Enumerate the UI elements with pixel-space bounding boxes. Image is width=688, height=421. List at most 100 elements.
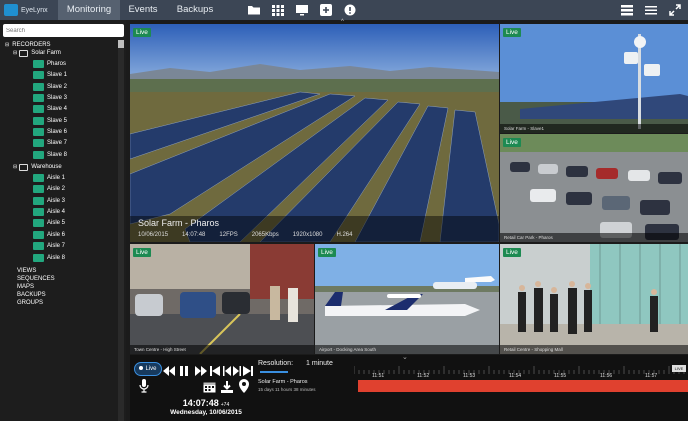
microphone-button[interactable]: [139, 379, 149, 398]
skip-start-icon: [210, 366, 220, 376]
scrollbar-thumb[interactable]: [118, 40, 124, 48]
download-button[interactable]: [221, 380, 233, 398]
tick-label: 11:54: [509, 373, 522, 379]
collapse-icon: ⊟: [13, 50, 18, 56]
tick-label: 11:53: [463, 373, 476, 379]
main-tile-stats: 10/06/2015 14:07:48 12FPS 2065Kbps 1920x…: [138, 232, 352, 238]
stat-time: 14:07:48: [182, 232, 206, 238]
stat-resolution: 1920x1080: [292, 232, 323, 238]
tick-label: 11:56: [600, 373, 613, 379]
recorder-solar-farm[interactable]: ⊟ Solar Farm: [13, 48, 61, 58]
top-bar: EyeLynx Monitoring Events Backups: [0, 0, 688, 20]
resolution-slider[interactable]: [260, 371, 288, 373]
camera-item[interactable]: Aisle 5: [33, 218, 65, 228]
camera-item[interactable]: Slave 7: [33, 138, 67, 148]
app-logo: EyeLynx: [4, 3, 48, 17]
recording-bar[interactable]: [358, 380, 688, 392]
live-badge: Live: [503, 138, 521, 147]
camera-item[interactable]: Slave 1: [33, 70, 67, 80]
map-pin-icon: [239, 379, 249, 393]
step-back-button[interactable]: [223, 363, 231, 381]
video-tile-4[interactable]: Live Town Centre - High Street: [130, 244, 314, 354]
monitor-icon[interactable]: [295, 3, 309, 17]
main-tile-caption: Solar Farm - Pharos 10/06/2015 14:07:48 …: [130, 216, 499, 242]
camera-item[interactable]: Slave 3: [33, 93, 67, 103]
camera-icon: [33, 117, 44, 125]
section-groups[interactable]: GROUPS: [17, 298, 43, 308]
grid-icon[interactable]: [271, 3, 285, 17]
camera-item[interactable]: Pharos: [33, 59, 66, 69]
logo-icon: [4, 4, 18, 16]
fast-forward-button[interactable]: [195, 363, 207, 381]
camera-item[interactable]: Aisle 8: [33, 253, 65, 263]
tick-label: 11:55: [554, 373, 567, 379]
current-time: 14:07:48 +74: [166, 398, 246, 408]
menu-icon[interactable]: [644, 3, 658, 17]
camera-icon: [33, 231, 44, 239]
resolution-value[interactable]: 1 minute: [306, 360, 333, 367]
layout-icon[interactable]: [620, 3, 634, 17]
mall-video: [500, 244, 688, 354]
camera-item[interactable]: Aisle 2: [33, 184, 65, 194]
timeline[interactable]: Resolution: 1 minute 11:51 11:52 11:53 1…: [258, 360, 688, 421]
live-toggle-label: Live: [145, 366, 157, 372]
camera-icon: [33, 197, 44, 205]
camera-icon: [33, 94, 44, 102]
camera-icon: [33, 174, 44, 182]
live-toggle[interactable]: Live: [134, 362, 162, 376]
search-input[interactable]: [3, 24, 124, 37]
camera-item[interactable]: Slave 6: [33, 127, 67, 137]
camera-item[interactable]: Aisle 7: [33, 241, 65, 251]
collapse-panel-icon[interactable]: ⌄: [402, 353, 408, 361]
collapse-icon: ⊟: [13, 164, 18, 170]
server-icon: [19, 49, 29, 57]
expand-top-icon[interactable]: ^: [341, 19, 344, 25]
calendar-button[interactable]: [203, 380, 216, 398]
sidebar-scrollbar[interactable]: [118, 40, 124, 421]
recorder-warehouse[interactable]: ⊟ Warehouse: [13, 162, 62, 172]
tab-backups[interactable]: Backups: [166, 0, 224, 20]
solar-farm-video: [130, 24, 499, 242]
camera-item[interactable]: Aisle 1: [33, 173, 65, 183]
airport-video: [315, 244, 499, 354]
fullscreen-icon[interactable]: [668, 3, 682, 17]
stat-fps: 12FPS: [219, 232, 238, 238]
microphone-icon: [139, 379, 149, 393]
live-dot-icon: [139, 366, 144, 371]
video-tile-2[interactable]: Live Solar Farm - Slave1: [500, 24, 688, 133]
alert-icon[interactable]: [343, 3, 357, 17]
camera-icon: [33, 242, 44, 250]
skip-start-button[interactable]: [210, 363, 220, 381]
video-tile-5[interactable]: Live Airport - Docking Area South: [315, 244, 499, 354]
collapse-icon: ⊟: [5, 42, 10, 48]
plus-icon[interactable]: [319, 3, 333, 17]
time-offset: +74: [220, 402, 230, 408]
camera-item[interactable]: Slave 5: [33, 116, 67, 126]
pause-button[interactable]: [179, 363, 189, 381]
camera-item[interactable]: Slave 8: [33, 150, 67, 160]
stat-codec: H.264: [336, 232, 353, 238]
camera-item[interactable]: Aisle 4: [33, 207, 65, 217]
camera-icon: [33, 60, 44, 68]
tab-events[interactable]: Events: [120, 0, 166, 20]
skip-end-icon: [243, 366, 253, 376]
camera-icon: [33, 71, 44, 79]
live-marker: LIVE: [672, 365, 686, 372]
camera-item[interactable]: Aisle 3: [33, 196, 65, 206]
video-tile-main[interactable]: Live Solar Farm - Pharos 10/06/2015 14:0…: [130, 24, 499, 242]
tab-monitoring[interactable]: Monitoring: [58, 0, 120, 20]
tile-caption: Town Centre - High Street: [130, 345, 314, 354]
folder-icon[interactable]: [247, 3, 261, 17]
tile-caption: Retail Car Park - Pharos: [500, 233, 688, 242]
camera-item[interactable]: Slave 2: [33, 82, 67, 92]
track-info: 15 days 11 hours 38 minutes: [258, 387, 316, 392]
location-button[interactable]: [239, 379, 249, 398]
cctv-pole-video: [500, 24, 688, 133]
camera-item[interactable]: Slave 4: [33, 104, 67, 114]
camera-item[interactable]: Aisle 6: [33, 230, 65, 240]
step-back-icon: [223, 366, 231, 376]
track-name: Solar Farm - Pharos: [258, 379, 308, 385]
video-tile-3[interactable]: Live Retail Car Park - Pharos: [500, 134, 688, 242]
rewind-button[interactable]: [163, 363, 175, 381]
video-tile-6[interactable]: Live Retail Centre - Shopping Mall: [500, 244, 688, 354]
